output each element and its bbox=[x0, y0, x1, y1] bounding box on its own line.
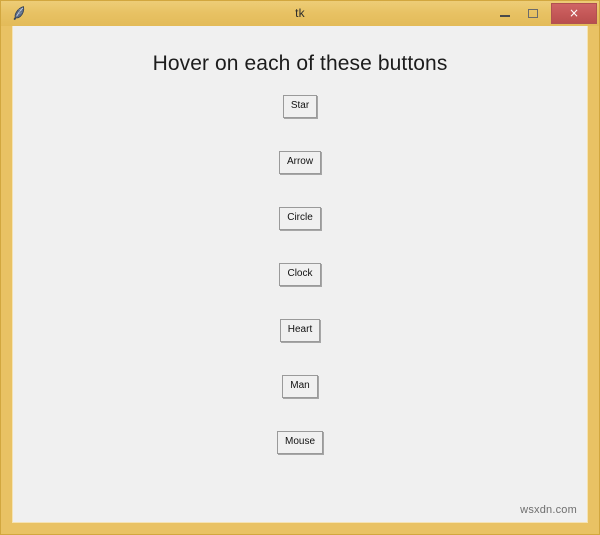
client-area-wrapper: Hover on each of these buttons Star Arro… bbox=[0, 26, 600, 535]
mouse-button[interactable]: Mouse bbox=[276, 431, 323, 454]
close-icon: × bbox=[568, 6, 580, 20]
clock-button[interactable]: Clock bbox=[279, 263, 321, 286]
maximize-button[interactable] bbox=[519, 3, 547, 23]
feather-icon bbox=[10, 4, 28, 22]
minimize-button[interactable] bbox=[491, 3, 519, 23]
button-list: Star Arrow Circle Clock Heart Man Mouse bbox=[13, 95, 587, 454]
page-title: Hover on each of these buttons bbox=[152, 52, 448, 75]
application-window: tk × Hover on each of these buttons Star… bbox=[0, 0, 600, 535]
man-button[interactable]: Man bbox=[282, 375, 318, 398]
close-button[interactable]: × bbox=[551, 2, 597, 24]
client-area: Hover on each of these buttons Star Arro… bbox=[12, 26, 588, 523]
arrow-button[interactable]: Arrow bbox=[278, 151, 322, 174]
window-controls: × bbox=[491, 0, 600, 26]
watermark: wsxdn.com bbox=[520, 504, 577, 516]
title-bar[interactable]: tk × bbox=[0, 0, 600, 26]
star-button[interactable]: Star bbox=[282, 95, 318, 118]
circle-button[interactable]: Circle bbox=[279, 207, 321, 230]
minimize-icon bbox=[500, 15, 510, 17]
heart-button[interactable]: Heart bbox=[279, 319, 321, 342]
maximize-icon bbox=[528, 8, 538, 18]
